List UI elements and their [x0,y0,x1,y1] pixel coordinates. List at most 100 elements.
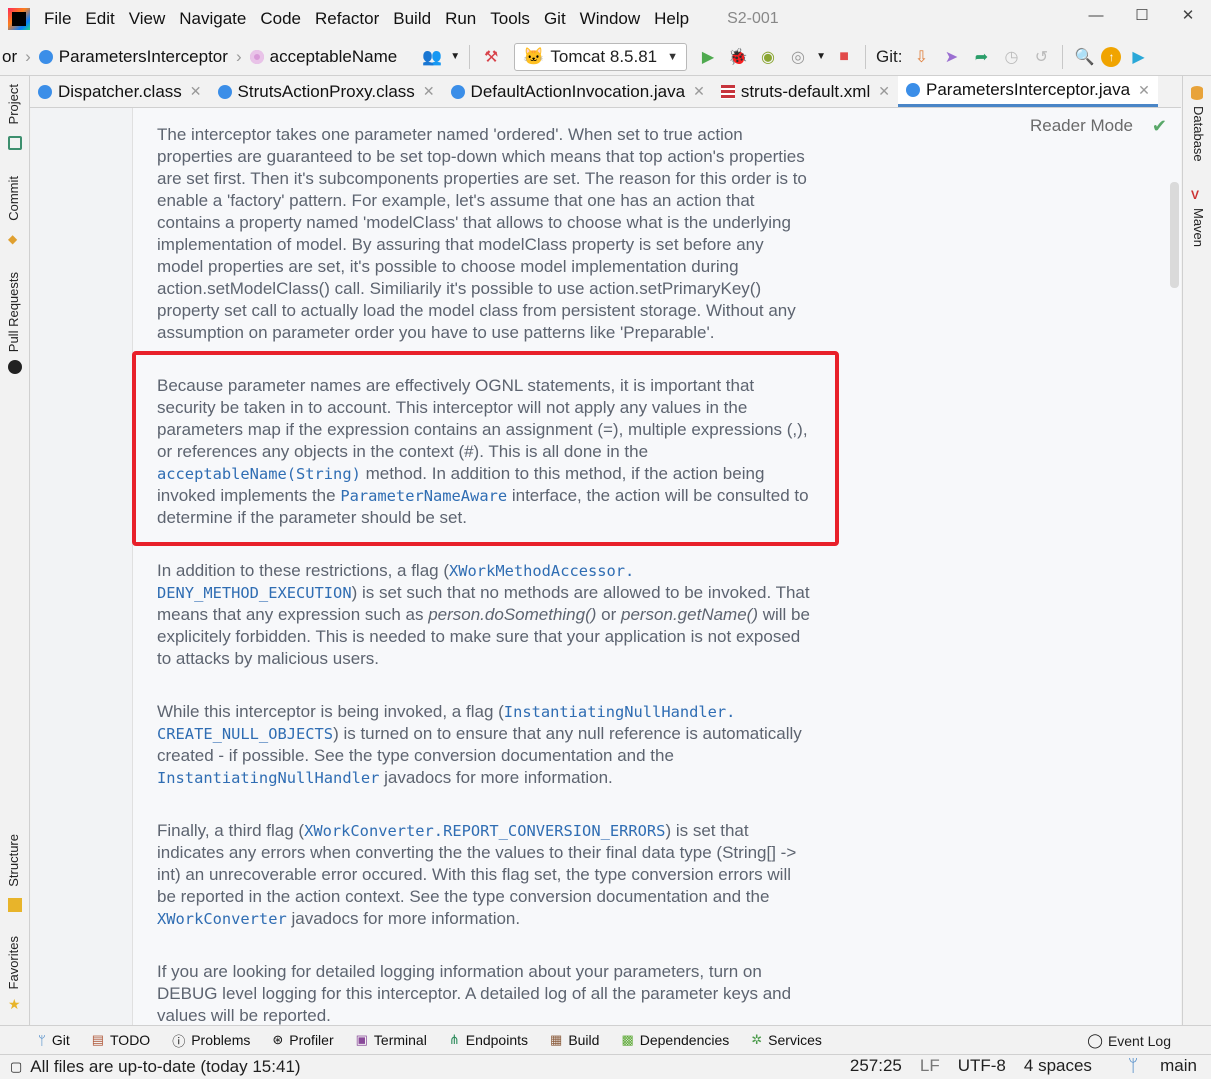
menu-code[interactable]: Code [260,9,301,29]
tool-favorites[interactable]: Favorites [6,936,21,989]
search-icon[interactable]: 🔍 [1071,44,1097,70]
coverage-icon[interactable]: ◉ [755,44,781,70]
tab-parametersinterceptor[interactable]: ParametersInterceptor.java ✕ [897,76,1158,107]
tool-structure[interactable]: Structure [6,834,21,887]
rollback-icon[interactable]: ↺ [1028,44,1054,70]
chevron-down-icon[interactable]: ▼ [815,44,827,70]
menu-navigate[interactable]: Navigate [179,9,246,29]
tool-profiler[interactable]: ⊛ Profiler [272,1032,333,1048]
dependencies-icon: ▩ [621,1032,634,1047]
menu-tools[interactable]: Tools [490,9,530,29]
menu-refactor[interactable]: Refactor [315,9,379,29]
code-link[interactable]: XWorkConverter.REPORT_CONVERSION_ERRORS [304,822,665,840]
method-icon [249,49,264,64]
history-icon[interactable]: ◷ [998,44,1024,70]
divider [865,44,867,69]
tool-pull-requests[interactable]: Pull Requests [6,272,21,352]
close-icon[interactable]: ✕ [878,83,890,100]
git-label: Git: [876,46,903,66]
breadcrumb-prefix[interactable]: or [2,47,17,67]
tab-label: Dispatcher.class [58,81,182,101]
tool-terminal[interactable]: ▣ Terminal [356,1032,427,1048]
run-configuration-select[interactable]: 🐱 Tomcat 8.5.81 ▼ [514,42,688,71]
tool-endpoints[interactable]: ⋔ Endpoints [449,1032,528,1048]
update-available-icon[interactable]: ↑ [1101,46,1122,67]
close-icon[interactable]: ✕ [423,83,435,100]
problems-icon: ⓘ [172,1033,186,1049]
close-icon[interactable]: ✕ [693,83,705,100]
code-link[interactable]: CREATE_NULL_OBJECTS [157,725,333,743]
minimize-button[interactable]: — [1073,0,1119,30]
stop-icon[interactable]: ■ [831,44,857,70]
tab-struts-default-xml[interactable]: struts-default.xml ✕ [713,76,898,107]
run-config-label: Tomcat 8.5.81 [550,46,658,66]
tool-project[interactable]: Project [6,84,21,124]
tool-problems[interactable]: ⓘ Problems [172,1031,250,1050]
breadcrumb-class[interactable]: ParametersInterceptor [59,47,228,67]
debug-icon[interactable]: 🐞 [725,44,751,70]
class-icon [38,84,52,99]
tab-strutsactionproxy[interactable]: StrutsActionProxy.class ✕ [210,76,443,107]
code-link[interactable]: DENY_METHOD_EXECUTION [157,584,352,602]
doc-paragraph: While this interceptor is being invoked,… [157,702,802,787]
file-encoding[interactable]: UTF-8 [958,1056,1006,1076]
tab-defaultactioninvocation[interactable]: DefaultActionInvocation.java ✕ [443,76,713,107]
code-link[interactable]: ParameterNameAware [340,487,507,505]
tool-maven[interactable]: Maven [1191,208,1206,247]
menu-edit[interactable]: Edit [85,9,114,29]
menu-help[interactable]: Help [654,9,689,29]
menu-build[interactable]: Build [393,9,431,29]
code-link[interactable]: InstantiatingNullHandler [157,769,379,787]
code-link[interactable]: XWorkMethodAccessor. [449,562,634,580]
close-icon[interactable]: ✕ [1138,82,1150,99]
tool-todo[interactable]: ▤ TODO [92,1032,151,1048]
caret-position[interactable]: 257:25 [850,1056,902,1076]
tool-dependencies[interactable]: ▩ Dependencies [621,1032,729,1048]
status-message[interactable]: All files are up-to-date (today 15:41) [30,1057,300,1077]
tool-services[interactable]: ✲ Services [751,1032,822,1048]
run-icon[interactable]: ▶ [695,44,721,70]
indent-setting[interactable]: 4 spaces [1024,1056,1092,1076]
git-push-icon[interactable]: ➦ [968,44,994,70]
close-icon[interactable]: ✕ [190,83,202,100]
event-log-button[interactable]: ◯ Event Log [1087,1032,1171,1049]
code-with-me-icon[interactable]: ▶ [1125,44,1151,70]
profile-icon[interactable]: ◎ [785,44,811,70]
line-separator[interactable]: LF [920,1056,940,1076]
intellij-logo-icon [8,8,30,30]
maximize-button[interactable]: ☐ [1119,0,1165,30]
reader-mode-button[interactable]: Reader Mode [1030,116,1133,136]
doc-paragraph: The interceptor takes one parameter name… [157,125,807,342]
tool-database[interactable]: Database [1191,106,1206,162]
user-group-icon[interactable]: 👥 [419,44,445,70]
breadcrumb: or › ParametersInterceptor › acceptableN… [0,47,397,67]
breadcrumb-member[interactable]: acceptableName [270,47,398,67]
doc-paragraph: In addition to these restrictions, a fla… [157,561,810,668]
project-title: S2-001 [727,10,779,27]
build-hammer-icon[interactable]: ⚒ [478,44,504,70]
close-window-button[interactable]: ✕ [1165,0,1211,30]
menu-file[interactable]: File [44,9,71,29]
editor-scrollbar[interactable] [1170,182,1179,288]
git-branch[interactable]: ᛘ main [1110,1056,1197,1076]
code-link[interactable]: XWorkConverter [157,910,287,928]
code-link[interactable]: acceptableName(String) [157,465,361,483]
editor-area[interactable]: Reader Mode ✔ The interceptor takes one … [31,108,1181,1025]
chevron-down-icon[interactable]: ▼ [449,44,461,70]
git-commit-icon[interactable]: ➤ [938,44,964,70]
menu-run[interactable]: Run [445,9,476,29]
tool-git[interactable]: ᛘ Git [38,1032,70,1048]
tool-window-bar: ᛘ Git ▤ TODO ⓘ Problems ⊛ Profiler ▣ Terminal… [0,1025,1211,1054]
git-update-icon[interactable]: ⇩ [908,44,934,70]
menu-bar: File Edit View Navigate Code Refactor Bu… [0,0,1211,38]
menu-view[interactable]: View [129,9,166,29]
tab-label: DefaultActionInvocation.java [470,81,686,101]
menu-window[interactable]: Window [580,9,640,29]
tool-commit[interactable]: Commit [6,176,21,221]
menu-git[interactable]: Git [544,9,566,29]
tool-build[interactable]: ▦ Build [550,1032,599,1048]
services-icon: ✲ [751,1032,763,1047]
tab-dispatcher[interactable]: Dispatcher.class ✕ [30,76,210,107]
doc-paragraph: Finally, a third flag (XWorkConverter.RE… [157,821,797,928]
code-link[interactable]: InstantiatingNullHandler. [504,703,736,721]
